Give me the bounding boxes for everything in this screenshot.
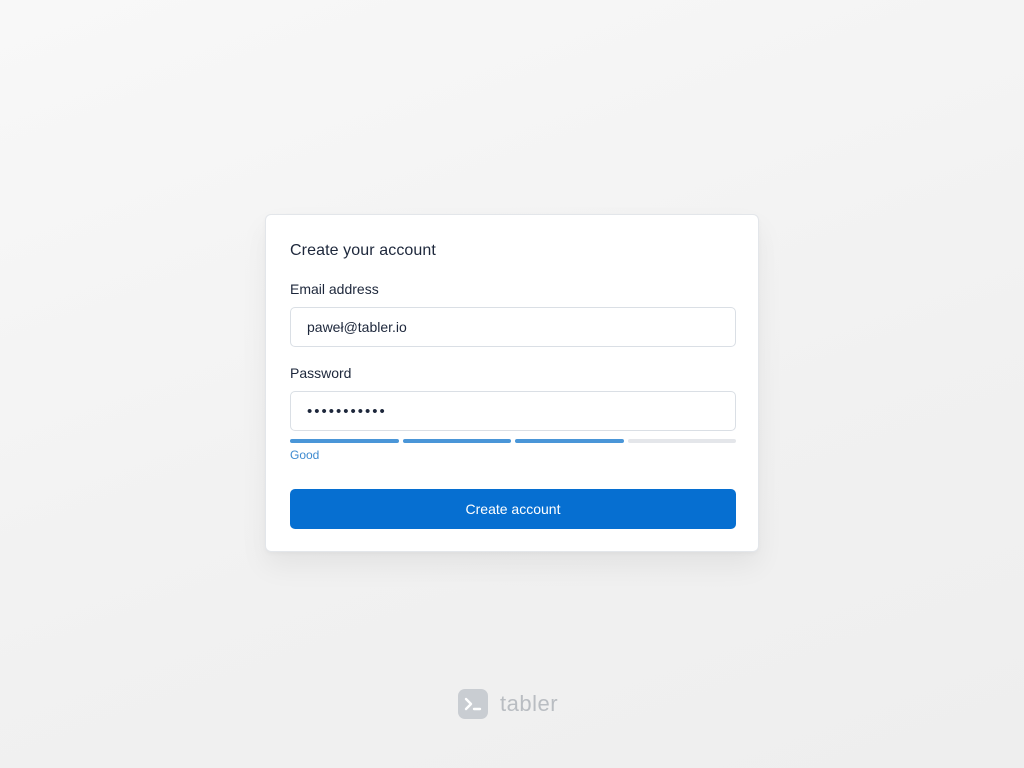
email-label: Email address (290, 281, 379, 297)
password-field[interactable] (290, 391, 736, 431)
card-title: Create your account (290, 242, 436, 259)
strength-segment (515, 439, 624, 443)
create-account-button[interactable]: Create account (290, 489, 736, 529)
email-field[interactable] (290, 307, 736, 347)
strength-segment (402, 439, 511, 443)
password-strength-meter (290, 439, 736, 443)
strength-segment (290, 439, 399, 443)
brand-name: tabler (500, 691, 559, 716)
brand-logo: tabler (458, 688, 558, 720)
signup-card: Create your account Email address Passwo… (265, 214, 759, 552)
strength-segment (627, 439, 736, 443)
terminal-logo-icon (458, 689, 488, 719)
password-label: Password (290, 365, 352, 381)
password-strength-label: Good (290, 448, 320, 462)
